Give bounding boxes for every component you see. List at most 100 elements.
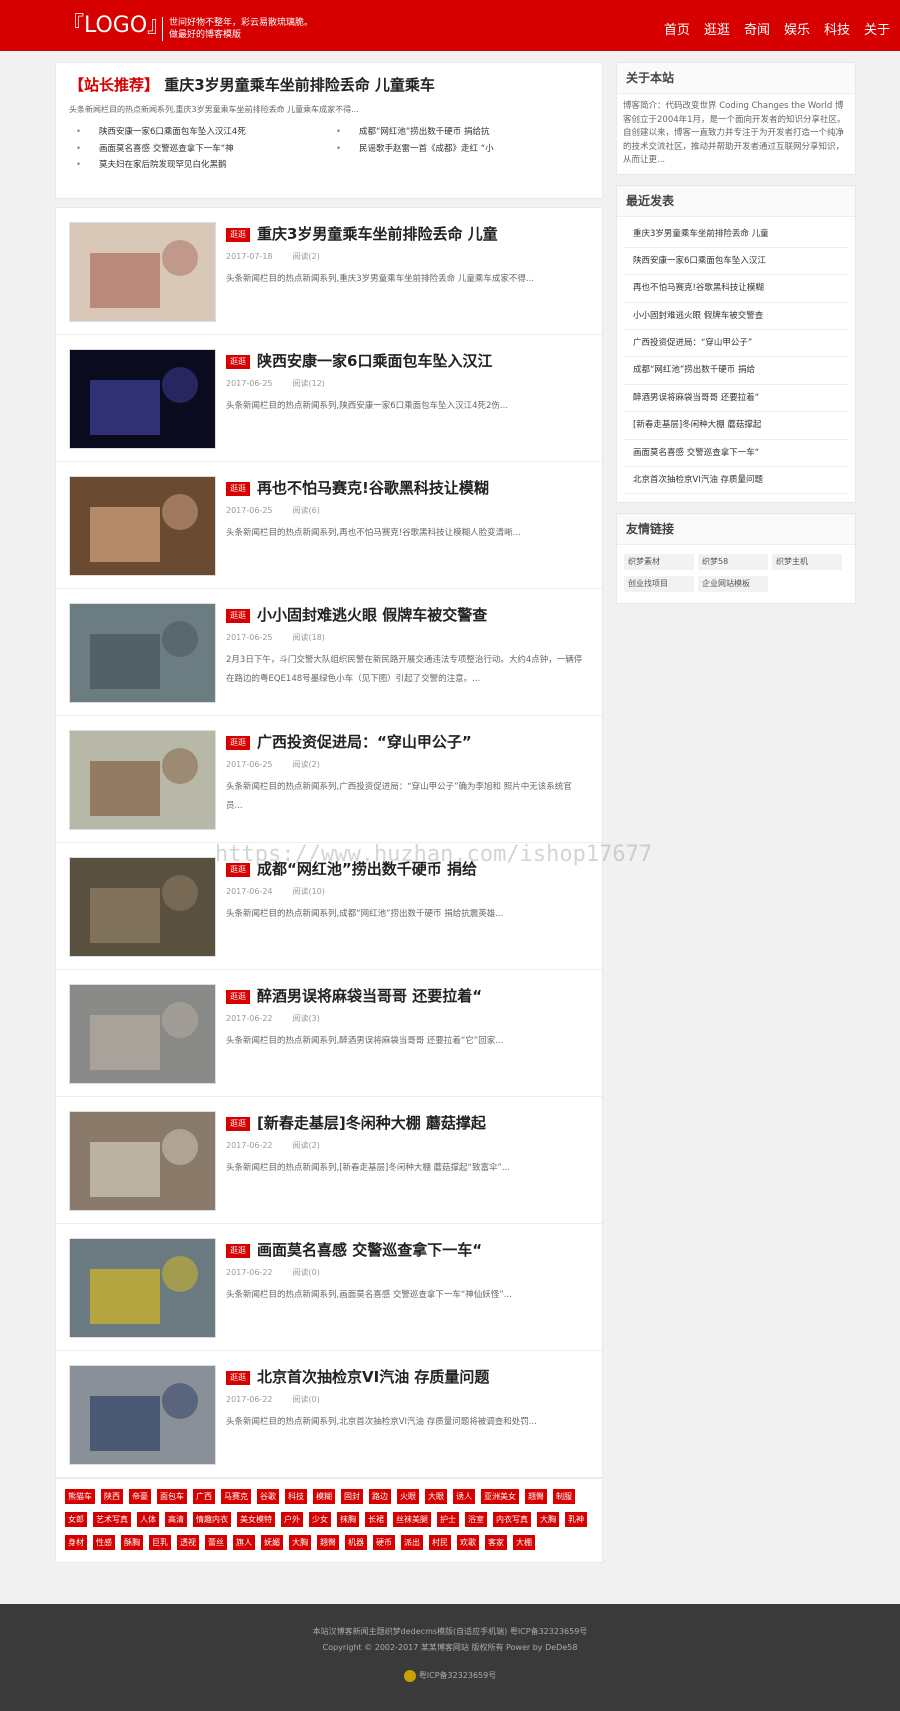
tag-link[interactable]: 路边: [369, 1489, 391, 1504]
article-thumbnail[interactable]: [69, 984, 216, 1084]
recent-item[interactable]: 广西投资促进局：“穿山甲公子”: [624, 330, 848, 358]
article-thumbnail[interactable]: [69, 730, 216, 830]
tag-link[interactable]: 机器: [345, 1535, 367, 1550]
tag-link[interactable]: 大眼: [425, 1489, 447, 1504]
tag-link[interactable]: 透视: [177, 1535, 199, 1550]
tag-link[interactable]: 浴室: [465, 1512, 487, 1527]
tag-link[interactable]: 抹胸: [337, 1512, 359, 1527]
tag-link[interactable]: 丝袜美腿: [393, 1512, 431, 1527]
tag-link[interactable]: 诱人: [453, 1489, 475, 1504]
recommend-item[interactable]: 莫夫妇在家后院发现罕见白化黑鹅: [69, 157, 329, 174]
recommend-item[interactable]: 陕西安康一家6口乘面包车坠入汉江4死: [69, 124, 329, 141]
recent-item[interactable]: 再也不怕马赛克!谷歌黑科技让模糊: [624, 275, 848, 303]
article-thumbnail[interactable]: [69, 1238, 216, 1338]
tag-link[interactable]: 谷歌: [257, 1489, 279, 1504]
article-title[interactable]: 小小固封难逃火眼 假牌车被交警查: [257, 605, 487, 625]
tag-link[interactable]: 客家: [485, 1535, 507, 1550]
recommend-item[interactable]: 成都“网红池”捞出数千硬币 捐给抗: [329, 124, 589, 141]
article-category[interactable]: 逛逛: [226, 482, 250, 496]
recent-item[interactable]: [新春走基层]冬闲种大棚 蘑菇撑起: [624, 412, 848, 440]
tag-link[interactable]: 旗人: [233, 1535, 255, 1550]
recent-item[interactable]: 画面莫名喜感 交警巡查拿下一车“: [624, 440, 848, 468]
tag-link[interactable]: 亚洲美女: [481, 1489, 519, 1504]
tag-link[interactable]: 巨乳: [149, 1535, 171, 1550]
tag-link[interactable]: 高清: [165, 1512, 187, 1527]
nav-keji[interactable]: 科技: [824, 19, 850, 38]
article-title[interactable]: [新春走基层]冬闲种大棚 蘑菇撑起: [257, 1113, 486, 1133]
site-logo[interactable]: 『LOGO』: [62, 14, 169, 38]
tag-link[interactable]: 身材: [65, 1535, 87, 1550]
tag-link[interactable]: 派出: [401, 1535, 423, 1550]
article-thumbnail[interactable]: [69, 222, 216, 322]
nav-guangguang[interactable]: 逛逛: [704, 19, 730, 38]
friend-link[interactable]: 企业网站模板: [698, 576, 768, 593]
tag-link[interactable]: 马赛克: [221, 1489, 251, 1504]
recent-item[interactable]: 北京首次抽检京VI汽油 存质量问题: [624, 467, 848, 495]
tag-link[interactable]: 陕西: [101, 1489, 123, 1504]
article-category[interactable]: 逛逛: [226, 990, 250, 1004]
article-category[interactable]: 逛逛: [226, 1117, 250, 1131]
tag-link[interactable]: 情趣内衣: [193, 1512, 231, 1527]
recommend-title[interactable]: 【站长推荐】 重庆3岁男童乘车坐前排险丢命 儿童乘车: [69, 75, 589, 95]
tag-link[interactable]: 翘臀: [525, 1489, 547, 1504]
article-thumbnail[interactable]: [69, 857, 216, 957]
friend-link[interactable]: 织梦58: [698, 554, 768, 571]
tag-link[interactable]: 长裙: [365, 1512, 387, 1527]
article-category[interactable]: 逛逛: [226, 355, 250, 369]
tag-link[interactable]: 护士: [437, 1512, 459, 1527]
article-title[interactable]: 重庆3岁男童乘车坐前排险丢命 儿童: [257, 224, 498, 244]
tag-link[interactable]: 户外: [281, 1512, 303, 1527]
recent-item[interactable]: 重庆3岁男童乘车坐前排险丢命 儿童: [624, 221, 848, 248]
tag-link[interactable]: 性感: [93, 1535, 115, 1550]
tag-link[interactable]: 欢歌: [457, 1535, 479, 1550]
nav-qiwen[interactable]: 奇闻: [744, 19, 770, 38]
article-thumbnail[interactable]: [69, 1111, 216, 1211]
tag-link[interactable]: 帝豪: [129, 1489, 151, 1504]
nav-home[interactable]: 首页: [664, 19, 690, 38]
tag-link[interactable]: 模糊: [313, 1489, 335, 1504]
tag-link[interactable]: 大胸: [289, 1535, 311, 1550]
friend-link[interactable]: 织梦素材: [624, 554, 694, 571]
article-thumbnail[interactable]: [69, 476, 216, 576]
recent-item[interactable]: 小小固封难逃火眼 假牌车被交警查: [624, 303, 848, 331]
article-title[interactable]: 画面莫名喜感 交警巡查拿下一车“: [257, 1240, 482, 1260]
tag-link[interactable]: 大棚: [513, 1535, 535, 1550]
tag-link[interactable]: 人体: [137, 1512, 159, 1527]
tag-link[interactable]: 艺术写真: [93, 1512, 131, 1527]
tag-link[interactable]: 熊猫车: [65, 1489, 95, 1504]
tag-link[interactable]: 内衣写真: [493, 1512, 531, 1527]
tag-link[interactable]: 大胸: [537, 1512, 559, 1527]
recent-item[interactable]: 陕西安康一家6口乘面包车坠入汉江: [624, 248, 848, 276]
nav-about[interactable]: 关于: [864, 19, 890, 38]
nav-yule[interactable]: 娱乐: [784, 19, 810, 38]
recommend-item[interactable]: 民谣歌手赵雷一首《成都》走红 “小: [329, 141, 589, 158]
article-title[interactable]: 广西投资促进局：“穿山甲公子”: [257, 732, 472, 752]
tag-link[interactable]: 制服: [553, 1489, 575, 1504]
tag-link[interactable]: 固封: [341, 1489, 363, 1504]
recent-item[interactable]: 醉酒男误将麻袋当哥哥 还要拉着“: [624, 385, 848, 413]
tag-link[interactable]: 妩媚: [261, 1535, 283, 1550]
article-title[interactable]: 北京首次抽检京VI汽油 存质量问题: [257, 1367, 489, 1387]
article-category[interactable]: 逛逛: [226, 736, 250, 750]
tag-link[interactable]: 翘臀: [317, 1535, 339, 1550]
article-category[interactable]: 逛逛: [226, 1244, 250, 1258]
tag-link[interactable]: 少女: [309, 1512, 331, 1527]
article-category[interactable]: 逛逛: [226, 1371, 250, 1385]
footer-icp[interactable]: 粤ICP备32323659号: [0, 1668, 900, 1684]
friend-link[interactable]: 织梦主机: [772, 554, 842, 571]
recommend-item[interactable]: 画面莫名喜感 交警巡查拿下一车“神: [69, 141, 329, 158]
article-thumbnail[interactable]: [69, 349, 216, 449]
article-thumbnail[interactable]: [69, 1365, 216, 1465]
tag-link[interactable]: 科技: [285, 1489, 307, 1504]
tag-link[interactable]: 酥胸: [121, 1535, 143, 1550]
tag-link[interactable]: 美女模特: [237, 1512, 275, 1527]
article-thumbnail[interactable]: [69, 603, 216, 703]
tag-link[interactable]: 火眼: [397, 1489, 419, 1504]
article-title[interactable]: 醉酒男误将麻袋当哥哥 还要拉着“: [257, 986, 482, 1006]
article-category[interactable]: 逛逛: [226, 609, 250, 623]
tag-link[interactable]: 面包车: [157, 1489, 187, 1504]
tag-link[interactable]: 女郎: [65, 1512, 87, 1527]
friend-link[interactable]: 创业找项目: [624, 576, 694, 593]
tag-link[interactable]: 乳神: [565, 1512, 587, 1527]
tag-link[interactable]: 广西: [193, 1489, 215, 1504]
